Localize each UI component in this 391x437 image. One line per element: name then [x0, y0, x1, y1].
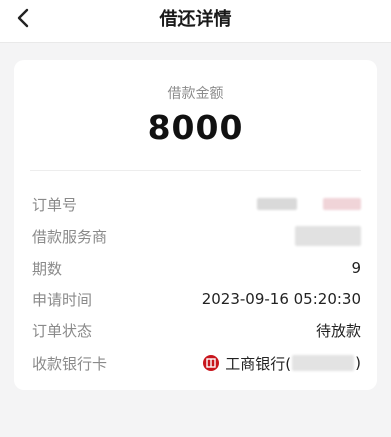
periods-row: 期数 9: [32, 256, 361, 280]
service-provider-redacted: [295, 226, 361, 246]
service-provider-label: 借款服务商: [32, 227, 108, 246]
icbc-icon: [203, 355, 220, 371]
order-no-redacted-2: [323, 198, 361, 210]
bank-name: 工商银行(: [225, 354, 292, 373]
divider: [30, 170, 361, 171]
order-status-value: 待放款: [315, 321, 361, 340]
bank-card-value: 工商银行( ): [203, 353, 361, 374]
order-status-label: 订单状态: [32, 321, 93, 340]
bank-close-paren: ): [355, 354, 361, 372]
bank-card-row[interactable]: 收款银行卡 工商银行( ): [32, 351, 361, 375]
order-no-row: 订单号: [32, 192, 361, 216]
bank-card-redacted: [292, 355, 355, 371]
order-no-label: 订单号: [32, 195, 78, 214]
order-no-redacted: [257, 198, 297, 210]
bank-card-label: 收款银行卡: [32, 354, 108, 373]
apply-time-label: 申请时间: [32, 290, 93, 309]
periods-value: 9: [351, 259, 361, 277]
nav-bar: 借还详情: [0, 0, 391, 43]
page-title: 借还详情: [159, 9, 232, 30]
service-provider-row: 借款服务商: [32, 224, 361, 248]
apply-time-row: 申请时间 2023-09-16 05:20:30: [32, 287, 361, 311]
amount-label: 借款金额: [167, 86, 224, 102]
service-provider-value: [295, 226, 361, 246]
apply-time-value: 2023-09-16 05:20:30: [201, 290, 361, 308]
order-status-row: 订单状态 待放款: [32, 318, 361, 342]
order-no-value: [257, 198, 361, 210]
loan-detail-card: 借款金额 8000 订单号 借款服务商 期数 9 申请时间 2023-09-16…: [14, 60, 377, 390]
periods-label: 期数: [32, 259, 63, 278]
amount-value: 8000: [147, 108, 244, 147]
